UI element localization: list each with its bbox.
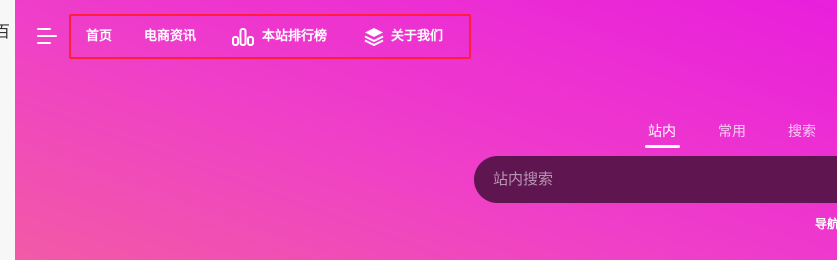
hero-banner: 首页 电商资讯 本站排行榜 关于我们 站内 常用 搜索 导航 <box>15 0 837 260</box>
nav-item-label: 首页 <box>86 29 113 44</box>
partial-text: 百 <box>0 22 11 41</box>
left-page-strip: 百 <box>0 0 15 260</box>
nav-item-label: 本站排行榜 <box>262 29 328 44</box>
nav-item-about[interactable]: 关于我们 <box>363 28 453 46</box>
search-box <box>474 156 837 203</box>
tab-search[interactable]: 搜索 <box>788 123 816 141</box>
nav-item-home[interactable]: 首页 <box>86 28 116 46</box>
nav-item-ranking[interactable]: 本站排行榜 <box>232 28 332 46</box>
nav-item-news[interactable]: 电商资讯 <box>144 28 204 46</box>
nav-item-label: 关于我们 <box>391 29 444 44</box>
navigation-link[interactable]: 导航 <box>815 216 837 232</box>
menu-toggle-icon[interactable] <box>37 26 59 46</box>
bar-chart-icon <box>232 28 254 46</box>
active-tab-indicator <box>645 145 680 148</box>
nav-item-label: 电商资讯 <box>144 29 197 44</box>
search-input[interactable] <box>493 168 813 190</box>
tab-site[interactable]: 站内 <box>648 123 676 141</box>
tab-common[interactable]: 常用 <box>718 123 746 141</box>
layers-icon <box>364 28 384 46</box>
